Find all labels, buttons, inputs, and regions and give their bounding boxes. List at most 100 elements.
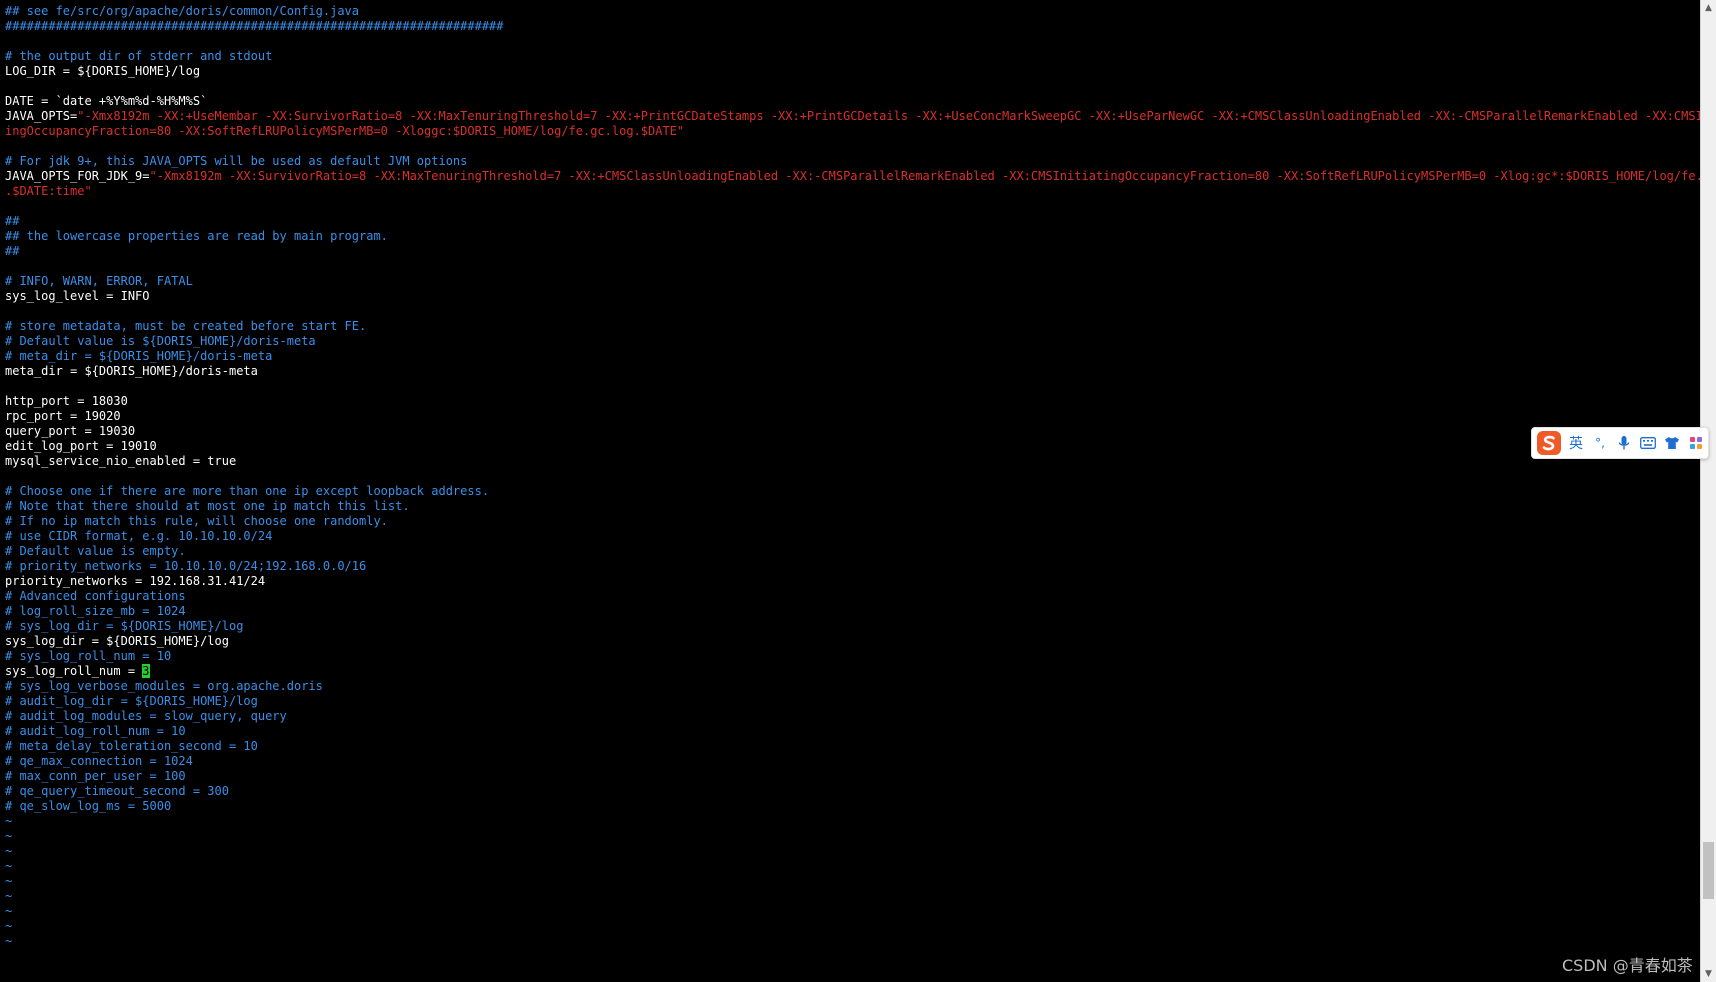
string-text: ingOccupancyFraction=80 -XX:SoftRefLRUPo… <box>5 124 685 138</box>
code-text: JAVA_OPTS_FOR_JDK_9= <box>5 169 150 183</box>
config-line: rpc_port = 19020 <box>5 409 1700 424</box>
config-line: # use CIDR format, e.g. 10.10.10.0/24 <box>5 529 1700 544</box>
triangle-down-icon: ▼ <box>1705 969 1712 979</box>
ime-punctuation-toggle[interactable]: °, <box>1588 429 1612 457</box>
config-line: query_port = 19030 <box>5 424 1700 439</box>
code-text: DATE = `date +%Y%m%d-%H%M%S` <box>5 94 208 108</box>
config-line: # qe_query_timeout_second = 300 <box>5 784 1700 799</box>
keyboard-icon[interactable] <box>1636 429 1660 457</box>
config-line: JAVA_OPTS_FOR_JDK_9="-Xmx8192m -XX:Survi… <box>5 169 1700 184</box>
string-text: .$DATE:time" <box>5 184 92 198</box>
scrollbar-thumb[interactable] <box>1703 842 1714 899</box>
config-line: sys_log_roll_num = 3 <box>5 664 1700 679</box>
text-cursor: 3 <box>142 664 150 678</box>
config-line: # the output dir of stderr and stdout <box>5 49 1700 64</box>
grid-apps-icon[interactable] <box>1684 429 1708 457</box>
config-line: ## <box>5 244 1700 259</box>
config-line: # Default value is empty. <box>5 544 1700 559</box>
comment-text: ## see fe/src/org/apache/doris/common/Co… <box>5 4 360 18</box>
scroll-up-button[interactable]: ▲ <box>1701 0 1716 16</box>
tilde-text: ~ <box>5 829 13 843</box>
ime-language-toggle[interactable]: 英 <box>1564 429 1588 457</box>
comment-text: # audit_log_dir = ${DORIS_HOME}/log <box>5 694 258 708</box>
comment-text: # qe_query_timeout_second = 300 <box>5 784 229 798</box>
empty-buffer-line: ~ <box>5 919 1700 934</box>
config-line: sys_log_level = INFO <box>5 289 1700 304</box>
code-text: edit_log_port = 19010 <box>5 439 157 453</box>
empty-buffer-line: ~ <box>5 829 1700 844</box>
config-line: # audit_log_dir = ${DORIS_HOME}/log <box>5 694 1700 709</box>
config-line: ingOccupancyFraction=80 -XX:SoftRefLRUPo… <box>5 124 1700 139</box>
config-line: # log_roll_size_mb = 1024 <box>5 604 1700 619</box>
terminal-text-area[interactable]: ## see fe/src/org/apache/doris/common/Co… <box>5 4 1700 949</box>
code-text: http_port = 18030 <box>5 394 128 408</box>
comment-text: # Advanced configurations <box>5 589 186 603</box>
comment-text: # Default value is ${DORIS_HOME}/doris-m… <box>5 334 316 348</box>
config-line: # Note that there should at most one ip … <box>5 499 1700 514</box>
comment-text: # log_roll_size_mb = 1024 <box>5 604 186 618</box>
csdn-watermark: CSDN @青春如茶 <box>1562 956 1693 975</box>
config-line: # audit_log_modules = slow_query, query <box>5 709 1700 724</box>
empty-buffer-line: ~ <box>5 814 1700 829</box>
config-line: # audit_log_roll_num = 10 <box>5 724 1700 739</box>
microphone-icon[interactable] <box>1612 429 1636 457</box>
config-line: sys_log_dir = ${DORIS_HOME}/log <box>5 634 1700 649</box>
tilde-text: ~ <box>5 919 13 933</box>
config-line: # meta_delay_toleration_second = 10 <box>5 739 1700 754</box>
tilde-text: ~ <box>5 814 13 828</box>
tilde-text: ~ <box>5 859 13 873</box>
comment-text: # meta_delay_toleration_second = 10 <box>5 739 258 753</box>
comment-text: # qe_max_connection = 1024 <box>5 754 193 768</box>
comment-text: # priority_networks = 10.10.10.0/24;192.… <box>5 559 367 573</box>
config-line: # INFO, WARN, ERROR, FATAL <box>5 274 1700 289</box>
comment-text: ## the lowercase properties are read by … <box>5 229 388 243</box>
comment-text: # Default value is empty. <box>5 544 186 558</box>
config-line: priority_networks = 192.168.31.41/24 <box>5 574 1700 589</box>
config-line: # qe_max_connection = 1024 <box>5 754 1700 769</box>
empty-buffer-line: ~ <box>5 874 1700 889</box>
config-line: # sys_log_verbose_modules = org.apache.d… <box>5 679 1700 694</box>
comment-text: # meta_dir = ${DORIS_HOME}/doris-meta <box>5 349 273 363</box>
config-line: # If no ip match this rule, will choose … <box>5 514 1700 529</box>
shirt-icon[interactable] <box>1660 429 1684 457</box>
terminal-window[interactable]: ## see fe/src/org/apache/doris/common/Co… <box>0 0 1700 982</box>
sogou-s-logo-icon[interactable] <box>1534 429 1564 457</box>
config-line: ## see fe/src/org/apache/doris/common/Co… <box>5 4 1700 19</box>
config-line: mysql_service_nio_enabled = true <box>5 454 1700 469</box>
tilde-text: ~ <box>5 874 13 888</box>
comment-text: # If no ip match this rule, will choose … <box>5 514 388 528</box>
tilde-text: ~ <box>5 904 13 918</box>
config-line: # Default value is ${DORIS_HOME}/doris-m… <box>5 334 1700 349</box>
comment-text: ## <box>5 214 20 228</box>
config-line: LOG_DIR = ${DORIS_HOME}/log <box>5 64 1700 79</box>
config-line: DATE = `date +%Y%m%d-%H%M%S` <box>5 94 1700 109</box>
comment-text: # use CIDR format, e.g. 10.10.10.0/24 <box>5 529 273 543</box>
comment-text: # audit_log_modules = slow_query, query <box>5 709 287 723</box>
config-line: # sys_log_roll_num = 10 <box>5 649 1700 664</box>
code-text: LOG_DIR = ${DORIS_HOME}/log <box>5 64 201 78</box>
comment-text: # max_conn_per_user = 100 <box>5 769 186 783</box>
config-line: # Advanced configurations <box>5 589 1700 604</box>
comment-text: ########################################… <box>5 19 504 33</box>
tilde-text: ~ <box>5 934 13 948</box>
config-line: # store metadata, must be created before… <box>5 319 1700 334</box>
comment-text: # the output dir of stderr and stdout <box>5 49 273 63</box>
config-line: # qe_slow_log_ms = 5000 <box>5 799 1700 814</box>
empty-buffer-line: ~ <box>5 844 1700 859</box>
empty-buffer-line: ~ <box>5 934 1700 949</box>
code-text: JAVA_OPTS= <box>5 109 78 123</box>
scroll-down-button[interactable]: ▼ <box>1701 966 1716 982</box>
config-line: edit_log_port = 19010 <box>5 439 1700 454</box>
vertical-scrollbar[interactable]: ▲ ▼ <box>1700 0 1716 982</box>
comment-text: # sys_log_dir = ${DORIS_HOME}/log <box>5 619 244 633</box>
tilde-text: ~ <box>5 844 13 858</box>
ime-toolbar[interactable]: 英 °, <box>1531 427 1709 459</box>
comment-text: ## <box>5 244 20 258</box>
